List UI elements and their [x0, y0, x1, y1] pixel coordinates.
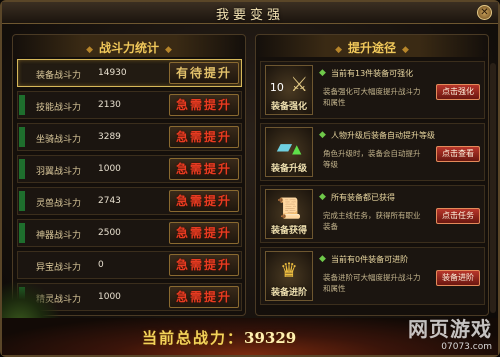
stat-row-pet[interactable]: 灵兽战斗力 2743 急需提升	[17, 187, 242, 215]
stat-row-equipment[interactable]: 装备战斗力 14930 有待提升	[17, 59, 242, 87]
task-button[interactable]: 点击任务	[436, 208, 480, 224]
stat-label: 技能战斗力	[36, 103, 82, 113]
stat-value: 3289	[98, 132, 121, 142]
total-power: 当前总战力：39329	[142, 327, 296, 348]
stat-value: 1000	[98, 292, 121, 302]
advance-icon[interactable]: ♛ 装备进阶	[265, 251, 313, 301]
power-up-window: 我要变强 ✕ ◆ 战斗力统计 ◆ 装备战斗力 14930 有待提升 技能战斗力 21…	[0, 0, 500, 357]
path-icon-label: 装备升级	[270, 164, 307, 174]
path-title: 所有装备都已获得	[331, 193, 395, 202]
ornament-icon: ◆	[402, 45, 409, 55]
combat-stats-title: 战斗力统计	[98, 41, 159, 55]
stat-label: 灵兽战斗力	[36, 199, 82, 209]
path-title: 人物升级后装备自动提升等级	[331, 131, 435, 140]
path-description: 角色升级时，装备会自动提升等级	[323, 149, 421, 169]
stat-indicator	[19, 95, 25, 115]
path-icon-label: 装备获得	[270, 226, 307, 236]
combat-stats-panel: ◆ 战斗力统计 ◆ 装备战斗力 14930 有待提升 技能战斗力 2130 急需提升…	[12, 34, 246, 316]
stat-label: 羽翼战斗力	[36, 167, 82, 177]
stat-value: 0	[98, 260, 104, 270]
bracer-icon: ▰▲	[276, 134, 302, 158]
stat-label: 装备战斗力	[36, 71, 82, 81]
combat-stats-header: ◆ 战斗力统计 ◆	[13, 35, 245, 57]
total-power-value: 39329	[244, 329, 297, 347]
stat-indicator	[19, 191, 25, 211]
stat-indicator	[19, 159, 25, 179]
stat-row-artifact[interactable]: 神器战斗力 2500 急需提升	[17, 219, 242, 247]
total-power-label: 当前总战力：	[142, 329, 245, 347]
path-item-advance: ♛ 装备进阶 ◆ 当前有0件装备可进阶 装备进阶可大幅度提升战斗力和属性 装备进…	[260, 247, 485, 305]
crown-icon: ♛	[280, 258, 298, 282]
enhance-level-badge: 10	[269, 81, 284, 94]
path-title: 当前有0件装备可进阶	[331, 255, 409, 264]
shield-icon: 10 ⚔	[269, 72, 309, 96]
stat-value: 14930	[98, 68, 127, 78]
stat-indicator	[19, 127, 25, 147]
stat-value: 2130	[98, 100, 121, 110]
watermark-url: 07073.com	[441, 342, 492, 352]
diamond-icon: ◆	[319, 254, 326, 264]
stat-label: 坐骑战斗力	[36, 135, 82, 145]
improve-button[interactable]: 有待提升	[169, 62, 239, 84]
improve-button[interactable]: 急需提升	[169, 94, 239, 116]
path-description: 完成主线任务，获得所有职业装备	[323, 211, 421, 231]
ornament-icon: ◆	[165, 45, 172, 55]
footer-banner: 当前总战力：39329 网页游戏 07073.com	[2, 317, 498, 355]
upgrade-path-title: 提升途径	[347, 41, 396, 55]
stat-value: 1000	[98, 164, 121, 174]
scrollbar[interactable]	[490, 63, 496, 313]
improve-button[interactable]: 急需提升	[169, 222, 239, 244]
close-icon[interactable]: ✕	[477, 5, 492, 20]
diamond-icon: ◆	[319, 130, 326, 140]
improve-button[interactable]: 急需提升	[169, 126, 239, 148]
stat-row-treasure[interactable]: 异宝战斗力 0 急需提升	[17, 251, 242, 279]
enhance-icon[interactable]: 10 ⚔ 装备强化	[265, 65, 313, 115]
stat-label: 神器战斗力	[36, 231, 82, 241]
path-description: 装备进阶可大幅度提升战斗力和属性	[323, 273, 421, 293]
stat-value: 2500	[98, 228, 121, 238]
upgrade-path-header: ◆ 提升途径 ◆	[256, 35, 488, 57]
stat-row-skill[interactable]: 技能战斗力 2130 急需提升	[17, 91, 242, 119]
ornament-icon: ◆	[335, 45, 342, 55]
diamond-icon: ◆	[319, 68, 326, 78]
path-icon-label: 装备进阶	[270, 288, 307, 298]
view-button[interactable]: 点击查看	[436, 146, 480, 162]
title-bar[interactable]: 我要变强 ✕	[2, 2, 498, 24]
upgrade-icon[interactable]: ▰▲ 装备升级	[265, 127, 313, 177]
path-title: 当前有13件装备可强化	[331, 69, 414, 78]
enhance-button[interactable]: 点击强化	[436, 84, 480, 100]
path-icon-label: 装备强化	[270, 102, 307, 112]
watermark-title: 网页游戏	[408, 317, 492, 341]
stat-row-wings[interactable]: 羽翼战斗力 1000 急需提升	[17, 155, 242, 183]
stat-value: 2743	[98, 196, 121, 206]
path-item-enhance: 10 ⚔ 装备强化 ◆ 当前有13件装备可强化 装备强化可大幅度提升战斗力和属性…	[260, 61, 485, 119]
advance-button[interactable]: 装备进阶	[436, 270, 480, 286]
obtain-icon[interactable]: 📜 装备获得	[265, 189, 313, 239]
improve-button[interactable]: 急需提升	[169, 190, 239, 212]
upgrade-path-panel: ◆ 提升途径 ◆ 10 ⚔ 装备强化 ◆ 当前有13件装备可强化 装备强化可大幅度提…	[255, 34, 496, 316]
stat-row-mount[interactable]: 坐骑战斗力 3289 急需提升	[17, 123, 242, 151]
site-watermark: 网页游戏 07073.com	[408, 313, 492, 352]
scroll-icon: 📜	[276, 196, 302, 220]
window-title: 我要变强	[215, 8, 284, 23]
improve-button[interactable]: 急需提升	[169, 158, 239, 180]
path-item-upgrade: ▰▲ 装备升级 ◆ 人物升级后装备自动提升等级 角色升级时，装备会自动提升等级 …	[260, 123, 485, 181]
stat-indicator	[19, 223, 25, 243]
improve-button[interactable]: 急需提升	[169, 254, 239, 276]
improve-button[interactable]: 急需提升	[169, 286, 239, 308]
path-item-obtain: 📜 装备获得 ◆ 所有装备都已获得 完成主线任务，获得所有职业装备 点击任务	[260, 185, 485, 243]
diamond-icon: ◆	[319, 192, 326, 202]
ornament-icon: ◆	[86, 45, 93, 55]
path-description: 装备强化可大幅度提升战斗力和属性	[323, 87, 421, 107]
stat-label: 异宝战斗力	[36, 263, 82, 273]
